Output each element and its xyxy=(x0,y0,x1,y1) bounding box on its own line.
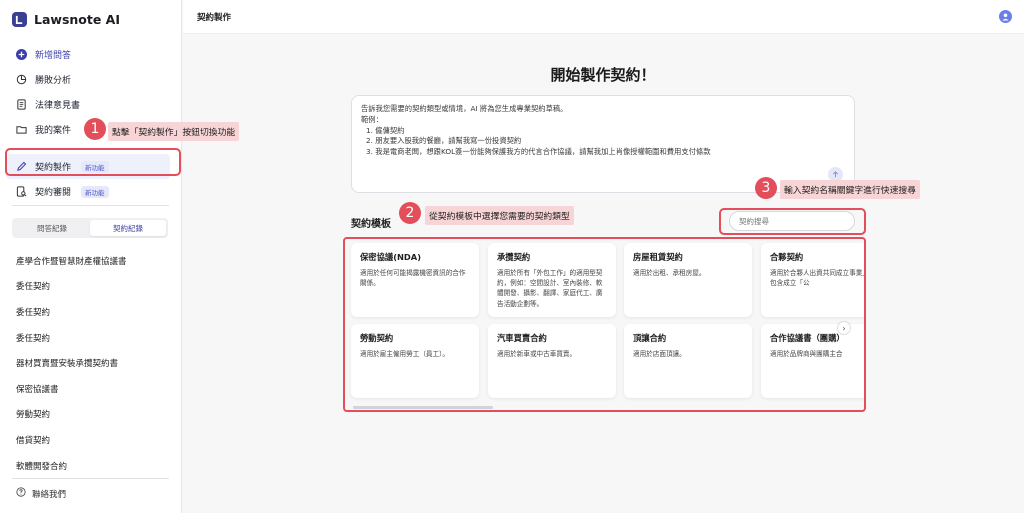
template-card-labor[interactable]: 勞動契約 適用於雇主僱用勞工（員工）。 xyxy=(351,324,479,398)
new-feature-badge: 新功能 xyxy=(81,185,109,198)
template-description: 適用於任何可能揭露機密資訊的合作關係。 xyxy=(360,269,466,288)
help-circle-icon xyxy=(16,487,26,500)
app-name: Lawsnote AI xyxy=(34,12,121,27)
prompt-placeholder-line: 範例： xyxy=(361,114,383,124)
sidebar-item-contract-review[interactable]: 契約審閱 新功能 xyxy=(0,179,182,204)
contact-us-link[interactable]: 聯絡我們 xyxy=(16,487,66,500)
step-callout-2: 從契約模板中選擇您需要的契約類型 xyxy=(425,206,574,225)
logo-icon xyxy=(12,12,27,27)
template-title: 合作協議書（團購） xyxy=(770,333,845,343)
sidebar-item-label: 法律意見書 xyxy=(35,101,81,111)
document-search-icon xyxy=(16,186,27,197)
template-card-house-lease[interactable]: 房屋租賃契約 適用於出租、承租房屋。 xyxy=(624,243,752,317)
template-title: 勞動契約 xyxy=(360,333,394,343)
sidebar-item-label: 我的案件 xyxy=(35,126,72,136)
divider xyxy=(12,205,169,206)
list-item[interactable]: 勞動契約 xyxy=(16,402,176,428)
step-callout-1: 點擊「契約製作」按鈕切換功能 xyxy=(108,122,240,141)
avatar[interactable] xyxy=(999,10,1012,23)
plus-circle-icon xyxy=(16,49,27,60)
contract-prompt-input[interactable]: 告訴我您需要的契約類型或情境，AI 將為您生成專業契約草稿。 範例： 1. 僱傭… xyxy=(351,95,855,193)
template-title: 頂讓合約 xyxy=(633,333,667,343)
step-number-1: 1 xyxy=(84,118,106,140)
template-description: 適用於店面頂讓。 xyxy=(633,350,686,358)
template-title: 汽車買賣合約 xyxy=(497,333,547,343)
sidebar-item-label: 契約審閱 xyxy=(35,188,72,198)
sidebar: Lawsnote AI 新增問答 勝敗分析 法律意見書 我的案件 契約製作 新功… xyxy=(0,0,182,513)
list-item[interactable]: 軟體開發合約 xyxy=(16,453,176,479)
sidebar-item-win-loss-analysis[interactable]: 勝敗分析 xyxy=(0,67,182,92)
prompt-placeholder-line: 3. 我是電商老闆，想跟KOL簽一份能夠保護我方的代言合作協議，請幫我加上肖像授… xyxy=(366,147,711,157)
contact-us-label: 聯絡我們 xyxy=(32,489,67,500)
top-bar: 契約製作 xyxy=(183,0,1024,34)
template-card-group-buy[interactable]: 合作協議書（團購） 適用於品牌商與團購主合 xyxy=(761,324,864,398)
step-callout-3: 輸入契約名稱關鍵字進行快速搜尋 xyxy=(780,180,920,199)
template-card-partnership[interactable]: 合夥契約 適用於合夥人出資共同成立事業」（不包含成立「公 xyxy=(761,243,864,317)
template-description: 適用於雇主僱用勞工（員工）。 xyxy=(360,350,450,358)
logo[interactable]: Lawsnote AI xyxy=(12,12,120,27)
list-item[interactable]: 器材買賣暨安裝承攬契約書 xyxy=(16,350,176,376)
list-item[interactable]: 保密協議書 xyxy=(16,376,176,402)
list-item[interactable]: 產學合作暨智慧財產權協議書 xyxy=(16,248,176,274)
template-title: 合夥契約 xyxy=(770,252,804,262)
template-title: 房屋租賃契約 xyxy=(633,252,683,262)
chevron-right-icon[interactable]: › xyxy=(837,321,851,335)
templates-title: 契約模板 xyxy=(351,219,391,230)
list-item[interactable]: 委任契約 xyxy=(16,274,176,300)
template-description: 適用於出租、承租房屋。 xyxy=(633,269,706,277)
prompt-placeholder-line: 告訴我您需要的契約類型或情境，AI 將為您生成專業契約草稿。 xyxy=(361,104,568,113)
step-number-3: 3 xyxy=(755,177,777,199)
breadcrumb: 契約製作 xyxy=(197,13,232,23)
templates-panel: 保密協議(NDA) 適用於任何可能揭露機密資訊的合作關係。 承攬契約 適用於所有… xyxy=(343,237,866,412)
template-card-car-sale[interactable]: 汽車買賣合約 適用於新車或中古車買賣。 xyxy=(488,324,616,398)
prompt-placeholder-line: 2. 朋友要入股我的餐廳，請幫我寫一份投資契約 xyxy=(366,136,522,146)
history-list: 產學合作暨智慧財產權協議書 委任契約 委任契約 委任契約 器材買賣暨安裝承攬契約… xyxy=(16,248,176,478)
tab-qa-history[interactable]: 問答紀錄 xyxy=(14,220,90,236)
document-icon xyxy=(16,99,27,110)
template-description: 適用於新車或中古車買賣。 xyxy=(497,350,577,358)
template-card-contracting[interactable]: 承攬契約 適用於所有「外包工作」的適用型契約，例如：空間設計、室內裝修、軟體開發… xyxy=(488,243,616,317)
tab-contract-history[interactable]: 契約紀錄 xyxy=(90,220,166,236)
arrow-up-icon xyxy=(832,171,839,178)
horizontal-scrollbar[interactable] xyxy=(353,406,493,409)
template-card-store-transfer[interactable]: 頂讓合約 適用於店面頂讓。 xyxy=(624,324,752,398)
step-number-2: 2 xyxy=(399,202,421,224)
template-title: 承攬契約 xyxy=(497,252,531,262)
list-item[interactable]: 委任契約 xyxy=(16,325,176,351)
template-description: 適用於所有「外包工作」的適用型契約，例如：空間設計、室內裝修、軟體開發、攝影、翻… xyxy=(497,269,603,308)
sidebar-item-legal-opinion[interactable]: 法律意見書 xyxy=(0,92,182,117)
list-item[interactable]: 委任契約 xyxy=(16,299,176,325)
sidebar-item-label: 新增問答 xyxy=(35,51,72,61)
list-item[interactable]: 借貸契約 xyxy=(16,427,176,453)
template-description: 適用於合夥人出資共同成立事業」（不包含成立「公 xyxy=(770,269,864,288)
sidebar-item-label: 勝敗分析 xyxy=(35,76,72,86)
template-card-nda[interactable]: 保密協議(NDA) 適用於任何可能揭露機密資訊的合作關係。 xyxy=(351,243,479,317)
page-title: 開始製作契約！ xyxy=(550,66,656,84)
pie-chart-icon xyxy=(16,74,27,85)
divider xyxy=(12,478,169,479)
highlight-box-search xyxy=(719,208,866,235)
folder-icon xyxy=(16,124,27,135)
prompt-placeholder-line: 1. 僱傭契約 xyxy=(366,125,405,135)
history-tabs: 問答紀錄 契約紀錄 xyxy=(12,218,168,238)
template-title: 保密協議(NDA) xyxy=(360,252,422,262)
highlight-box-contract-drafting xyxy=(5,148,181,176)
template-description: 適用於品牌商與團購主合 xyxy=(770,350,843,358)
sidebar-item-new-qa[interactable]: 新增問答 xyxy=(0,42,182,67)
